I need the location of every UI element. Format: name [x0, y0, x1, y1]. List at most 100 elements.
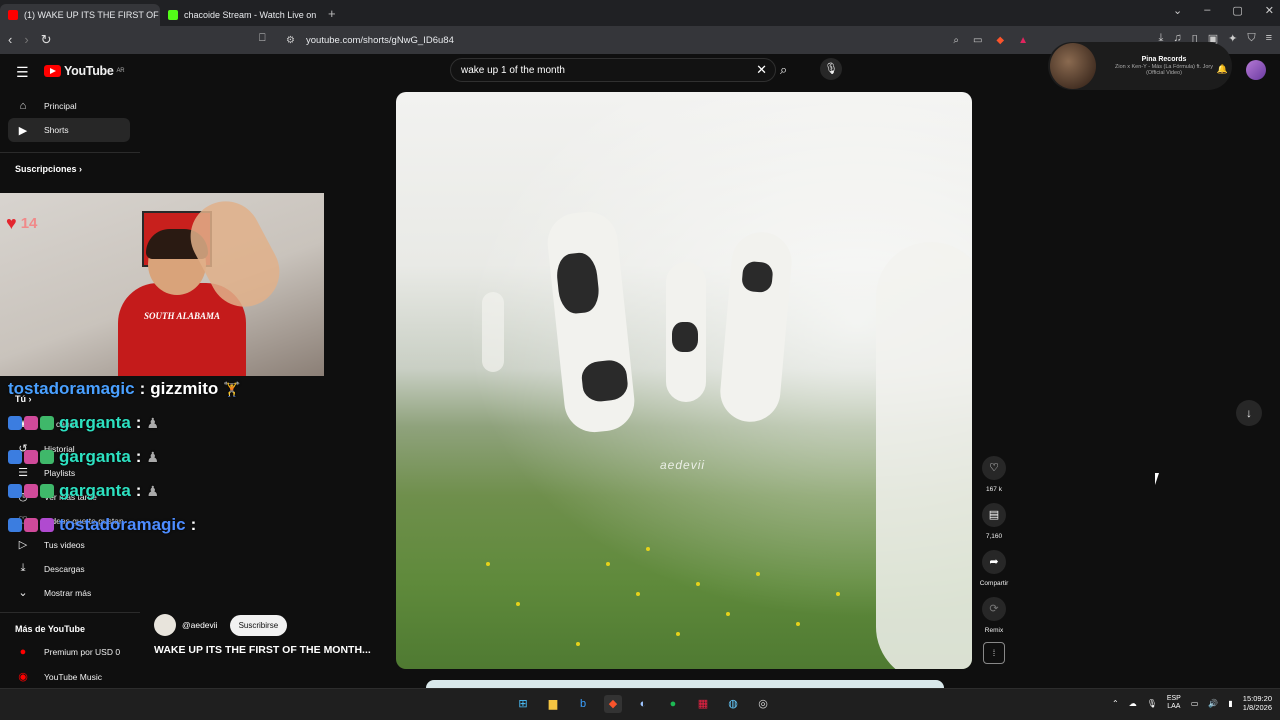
search-input[interactable]: wake up 1 of the month [461, 65, 565, 76]
nav-buttons: ‹ › ↻ [8, 32, 52, 48]
youtube-music-icon: ◉ [18, 671, 28, 683]
search-box[interactable]: wake up 1 of the month ✕ [450, 58, 776, 82]
voice-search-icon[interactable]: 🎙 [820, 58, 842, 80]
new-tab-button[interactable]: + [328, 6, 336, 21]
minimize-button[interactable]: – [1204, 4, 1210, 17]
emote-icon: 🏋 [223, 380, 241, 397]
channel-handle[interactable]: @aedevii [182, 620, 218, 630]
cow-figure [666, 262, 706, 402]
remix-button[interactable]: ⟳ Remix [978, 597, 1010, 634]
sidebar-item-premium[interactable]: ● Premium por USD 0 [16, 646, 120, 658]
subscribe-button[interactable]: Suscribirse [229, 614, 288, 636]
audio-button[interactable]: ⁞ [978, 642, 1010, 664]
short-title[interactable]: WAKE UP ITS THE FIRST OF THE MONTH... [154, 644, 371, 656]
taskbar-apps: ⊞ ▆ b ◆ ◐ ● ▦ ◍ ◎ [514, 695, 772, 713]
clock[interactable]: 15:09:20 1/8/2026 [1243, 694, 1272, 712]
sidebar-item-show-more[interactable]: ⌄ Mostrar más [16, 586, 91, 599]
onedrive-icon[interactable]: ☁ [1129, 699, 1137, 708]
more-from-youtube-header: Más de YouTube [15, 624, 86, 634]
emote-icon: ♟ [146, 482, 160, 499]
subscriptions-header[interactable]: Suscripciones › [15, 164, 82, 174]
menu-icon[interactable]: ≡ [1266, 32, 1272, 45]
volume-icon[interactable]: 🔊 [1208, 699, 1218, 708]
miniplayer[interactable]: Pina Records Zion x Ken-Y - Más (La Fórm… [1048, 42, 1232, 90]
shorts-icon: ▶ [18, 124, 28, 137]
chat-message: garganta: ♟ [8, 474, 308, 508]
like-button[interactable]: ♡ 167 k [978, 456, 1010, 493]
file-explorer-icon[interactable]: ▆ [544, 695, 562, 713]
address-bar-icons: ⌕ ▭ ◆ ▲ [953, 35, 1028, 46]
kick-favicon-icon [168, 10, 178, 20]
chat-username: tostadoramagic [8, 379, 135, 398]
search-icon[interactable]: ⌕ [780, 62, 787, 78]
sidebar-item-shorts[interactable]: ▶ Shorts [8, 118, 130, 142]
leo-ai-icon[interactable]: ✦ [1228, 32, 1237, 45]
chat-text: gizzmito [150, 379, 219, 398]
reload-icon[interactable]: ↻ [41, 32, 52, 48]
sidebar-item-home[interactable]: ⌂ Principal [8, 94, 130, 118]
audio-wave-icon: ⁞ [983, 642, 1005, 664]
cast-icon[interactable]: ▭ [973, 35, 982, 46]
sub-badge-icon [24, 484, 38, 498]
brave-browser-icon[interactable]: ◆ [604, 695, 622, 713]
back-icon[interactable]: ‹ [8, 32, 12, 48]
zoom-icon[interactable]: ⌕ [953, 35, 959, 46]
notifications-bell-icon[interactable]: 🔔 [1217, 64, 1228, 75]
chat-username: garganta [59, 481, 131, 500]
next-short-arrow-icon[interactable]: ↓ [1236, 400, 1262, 426]
network-icon[interactable]: ▭ [1191, 699, 1199, 708]
share-button[interactable]: ➦ Compartir [978, 550, 1010, 587]
windows-start-icon[interactable]: ⊞ [514, 695, 532, 713]
sub-badge-icon [24, 450, 38, 464]
language-indicator[interactable]: ESP LAA [1167, 695, 1181, 711]
chat-message: tostadoramagic: gizzmito 🏋 [8, 379, 241, 398]
account-avatar[interactable] [1246, 60, 1266, 80]
chat-message: garganta: ♟ [8, 406, 308, 440]
shirt-text: SOUTH ALABAMA [144, 311, 220, 321]
tray-chevron-icon[interactable]: ⌃ [1112, 699, 1119, 708]
clear-search-icon[interactable]: ✕ [756, 62, 767, 78]
menu-hamburger-icon[interactable]: ☰ [16, 64, 29, 81]
bookmark-icon[interactable]: ⎕ [259, 32, 266, 45]
address-bar[interactable]: ⚙ youtube.com/shorts/gNwG_ID6u84 ⌕ ▭ ◆ ▲ [280, 30, 1028, 50]
gift-badge-icon [40, 484, 54, 498]
sidebar-item-downloads[interactable]: ⤓ Descargas [16, 562, 85, 575]
forward-icon[interactable]: › [24, 32, 28, 48]
mic-icon[interactable]: 🎙 [1147, 699, 1157, 708]
windows-taskbar: ⊞ ▆ b ◆ ◐ ● ▦ ◍ ◎ ⌃ ☁ 🎙 ESP LAA ▭ 🔊 ▮ 15… [0, 688, 1280, 720]
channel-avatar[interactable] [154, 614, 176, 636]
gift-badge-icon [40, 450, 54, 464]
capture-app-icon[interactable]: ▦ [694, 695, 712, 713]
maximize-button[interactable]: ▢ [1232, 4, 1242, 17]
vpn-app-icon[interactable]: ◍ [724, 695, 742, 713]
tab-search-icon[interactable]: ⌄ [1173, 4, 1182, 17]
sword-badge-icon [8, 518, 22, 532]
tab-kick-stream[interactable]: chacoide Stream - Watch Live on [160, 4, 320, 26]
bing-icon[interactable]: b [574, 695, 592, 713]
divider [0, 612, 140, 613]
chat-badges [8, 484, 54, 498]
youtube-logo[interactable]: YouTube AR [44, 64, 125, 78]
spotify-icon[interactable]: ● [664, 695, 682, 713]
emote-icon: ♟ [146, 414, 160, 431]
steam-icon[interactable]: ◐ [634, 695, 652, 713]
sidebar-item-youtube-music[interactable]: ◉ YouTube Music [16, 670, 102, 683]
blurred-figure [876, 242, 972, 669]
site-info-icon[interactable]: ⚙ [286, 35, 295, 46]
short-video-player[interactable]: aedevii [396, 92, 972, 669]
mouse-cursor-icon [1155, 473, 1163, 485]
share-icon: ➦ [982, 550, 1006, 574]
sword-badge-icon [8, 484, 22, 498]
thumb-up-icon: ♡ [982, 456, 1006, 480]
tab-youtube[interactable]: (1) WAKE UP ITS THE FIRST OF ✕ [0, 4, 160, 26]
chat-username: tostadoramagic [59, 515, 186, 534]
obs-icon[interactable]: ◎ [754, 695, 772, 713]
brave-shield-icon[interactable]: ◆ [996, 35, 1004, 46]
close-window-button[interactable]: ✕ [1265, 4, 1274, 17]
vpn-icon[interactable]: ⛉ [1247, 32, 1255, 45]
streamer-webcam-overlay: SOUTH ALABAMA ♥ 14 [0, 193, 324, 376]
comments-button[interactable]: ▤ 7,160 [978, 503, 1010, 540]
brave-rewards-icon[interactable]: ▲ [1018, 35, 1028, 46]
battery-icon[interactable]: ▮ [1228, 699, 1232, 708]
sidebar-item-label: Shorts [44, 125, 69, 135]
